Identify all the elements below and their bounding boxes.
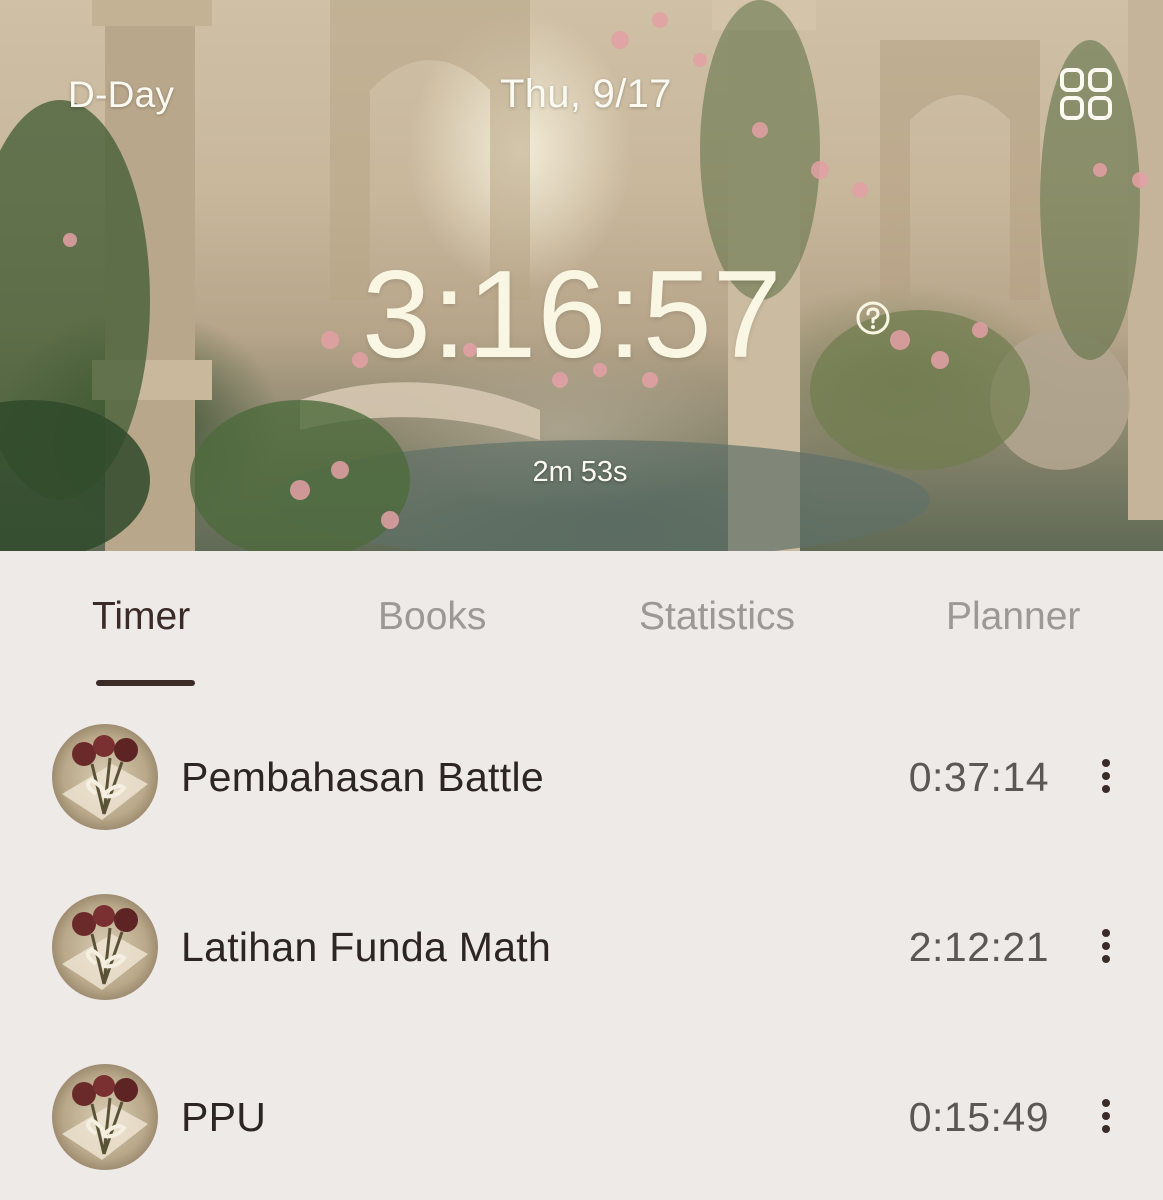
session-timer: 2m 53s xyxy=(532,456,628,488)
tab-statistics[interactable]: Statistics xyxy=(639,595,795,639)
tab-books[interactable]: Books xyxy=(378,595,486,639)
subject-time: 0:37:14 xyxy=(908,754,1049,800)
tab-bar: Timer Books Statistics Planner xyxy=(0,551,1163,701)
subject-row[interactable]: Latihan Funda Math 2:12:21 xyxy=(0,882,1163,1012)
subject-name: Pembahasan Battle xyxy=(181,754,544,800)
subject-time: 2:12:21 xyxy=(908,924,1049,970)
subject-avatar xyxy=(52,1064,158,1170)
subject-row[interactable]: PPU 0:15:49 xyxy=(0,1052,1163,1182)
more-vertical-icon[interactable] xyxy=(1094,757,1118,797)
subject-time: 0:15:49 xyxy=(908,1094,1049,1140)
total-study-timer: 3:16:57 xyxy=(362,246,783,384)
garden-background-image: D-Day Thu, 9/17 3:16:57 2m 53s xyxy=(0,0,1163,551)
subject-name: PPU xyxy=(181,1094,267,1140)
help-circle-icon[interactable] xyxy=(855,300,891,336)
more-vertical-icon[interactable] xyxy=(1094,1097,1118,1137)
date-label: Thu, 9/17 xyxy=(500,72,672,116)
subject-avatar xyxy=(52,724,158,830)
subject-avatar xyxy=(52,894,158,1000)
app-screen: D-Day Thu, 9/17 3:16:57 2m 53s Timer Boo… xyxy=(0,0,1163,1200)
tab-timer[interactable]: Timer xyxy=(92,595,190,639)
more-vertical-icon[interactable] xyxy=(1094,927,1118,967)
grid-icon[interactable] xyxy=(1058,66,1114,122)
active-tab-indicator xyxy=(96,680,195,686)
dday-button[interactable]: D-Day xyxy=(68,74,174,116)
subject-name: Latihan Funda Math xyxy=(181,924,552,970)
tab-planner[interactable]: Planner xyxy=(946,595,1080,639)
subject-row[interactable]: Pembahasan Battle 0:37:14 xyxy=(0,712,1163,842)
